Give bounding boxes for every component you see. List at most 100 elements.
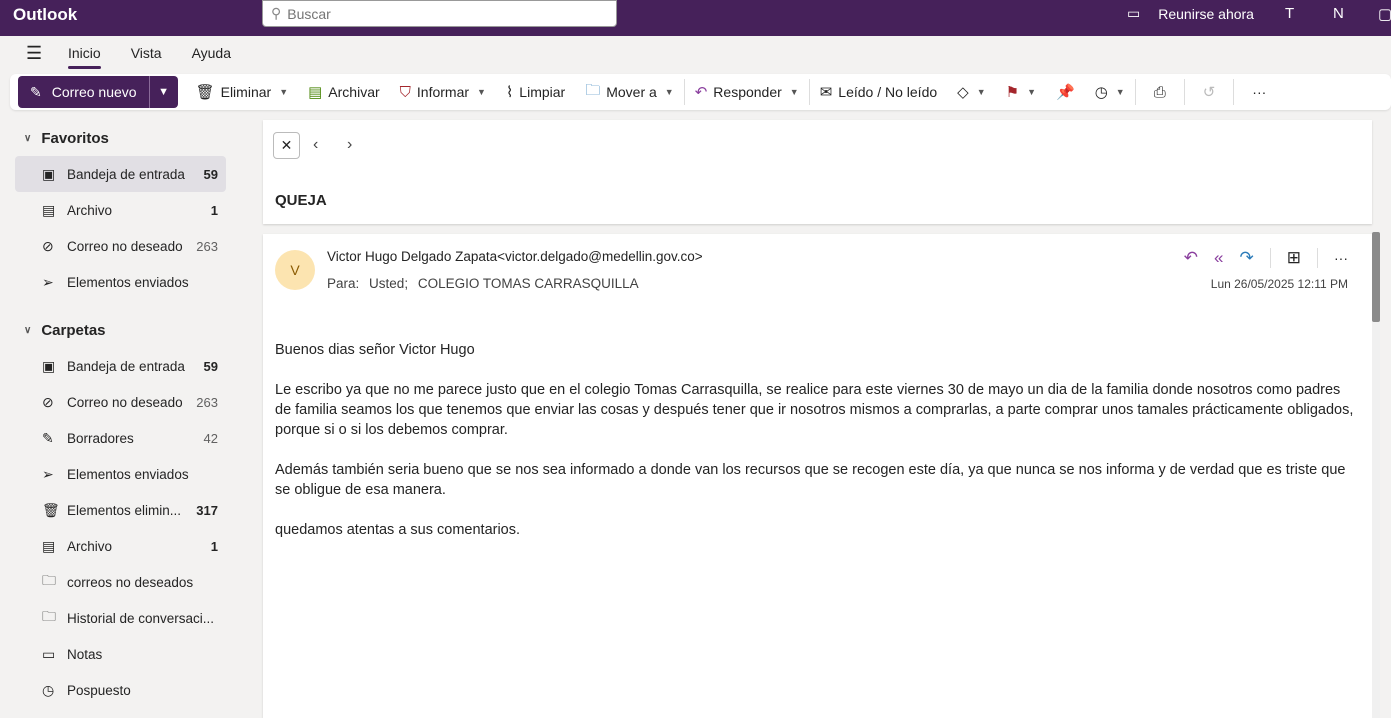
junk-icon: ⊘ (42, 237, 54, 254)
pin-icon: 📌 (1056, 84, 1075, 101)
chevron-down-icon[interactable]: ▼ (279, 87, 288, 97)
envelope-open-icon: ✉ (819, 84, 833, 101)
move-folder-icon: 🗀 (585, 81, 601, 99)
chevron-down-icon[interactable]: ▼ (665, 87, 674, 97)
meet-now-button[interactable]: ▭ Reunirse ahora (1127, 5, 1254, 22)
delete-label: Eliminar (220, 84, 272, 100)
tag-button[interactable]: ◇ ▼ (947, 83, 995, 101)
divider (1269, 248, 1271, 268)
snooze-button[interactable]: ◷ ▼ (1085, 83, 1135, 101)
sender[interactable]: Victor Hugo Delgado Zapata<victor.delgad… (327, 249, 703, 264)
hamburger-icon[interactable]: ☰ (26, 43, 46, 64)
avatar[interactable]: V (275, 250, 315, 290)
archive-icon: ▤ (42, 537, 56, 554)
chevron-down-icon[interactable]: ▼ (977, 87, 986, 97)
folder-item[interactable]: ◷ Pospuesto (15, 672, 226, 708)
chevron-down-icon: ∨ (24, 324, 32, 336)
folder-item[interactable]: 🗀 Historial de conversaci... (15, 600, 226, 636)
tab-ayuda[interactable]: Ayuda (192, 39, 231, 67)
tab-inicio[interactable]: Inicio (68, 39, 101, 69)
body-paragraph: quedamos atentas a sus comentarios. (275, 522, 521, 538)
close-icon: ✕ (280, 137, 293, 153)
compose-icon: ✎ (30, 83, 42, 100)
folder-label: Archivo (67, 538, 113, 554)
chevron-down-icon[interactable]: ▼ (150, 86, 178, 98)
favorites-label: Favoritos (41, 129, 109, 147)
archive-button[interactable]: ▤ Archivar (298, 83, 390, 101)
teams-icon[interactable]: T (1285, 5, 1294, 22)
report-button[interactable]: ⛉ Informar ▼ (390, 84, 496, 101)
more-options-button[interactable]: ··· (1234, 84, 1284, 100)
tab-vista[interactable]: Vista (131, 39, 162, 67)
reply-icon[interactable]: ↶ (1184, 248, 1198, 268)
sweep-button[interactable]: ⌇ Limpiar (496, 83, 575, 101)
chevron-down-icon[interactable]: ▼ (1116, 87, 1125, 97)
send-icon: ➢ (42, 465, 54, 482)
folder-label: Elementos elimin... (67, 502, 182, 518)
folder-item[interactable]: ▣ Bandeja de entrada 59 (15, 348, 226, 384)
more-icon[interactable]: ··· (1334, 250, 1348, 266)
inbox-icon: ▣ (42, 357, 56, 374)
send-icon: ➢ (42, 273, 54, 290)
onenote-icon[interactable]: N (1333, 5, 1344, 22)
folder-item[interactable]: ✎ Borradores 42 (15, 420, 226, 456)
folder-item[interactable]: ▤ Archivo 1 (15, 528, 226, 564)
previous-icon[interactable]: ‹ (313, 136, 318, 154)
folder-item[interactable]: 🗀 correos no deseados (15, 564, 226, 600)
broom-icon: ⌇ (505, 84, 514, 101)
folder-label: Historial de conversaci... (67, 610, 215, 626)
folder-item[interactable]: ▭ Notas (15, 636, 226, 672)
body-paragraph: Buenos dias señor Victor Hugo (275, 342, 475, 358)
folder-item[interactable]: ▣ Bandeja de entrada 59 (15, 156, 226, 192)
search-input[interactable] (287, 5, 588, 22)
message-subject: QUEJA (275, 192, 327, 209)
video-icon: ▭ (1127, 5, 1141, 21)
apps-grid-icon[interactable]: ⊞ (1287, 248, 1301, 268)
chevron-down-icon: ∨ (24, 132, 32, 144)
folder-item[interactable]: ⊘ Correo no deseado 263 (15, 228, 226, 264)
body-paragraph: Le escribo ya que no me parece justo que… (275, 382, 1354, 438)
close-button[interactable]: ✕ (273, 132, 300, 159)
folder-label: Elementos enviados (67, 274, 189, 290)
read-unread-button[interactable]: ✉ Leído / No leído (810, 83, 947, 101)
trash-icon: 🗑 (42, 501, 60, 518)
folder-icon: 🗀 (42, 572, 56, 588)
search-box[interactable]: ⚲ (262, 0, 617, 27)
folder-item[interactable]: ▤ Archivo 1 (15, 192, 226, 228)
apps-icon[interactable]: ▢ (1378, 5, 1391, 23)
chevron-down-icon[interactable]: ▼ (477, 87, 486, 97)
folder-item[interactable]: ⊘ Correo no deseado 263 (15, 384, 226, 420)
move-label: Mover a (606, 84, 657, 100)
folder-item[interactable]: 🗑 Elementos elimin... 317 (15, 492, 226, 528)
unread-count: 1 (210, 202, 218, 218)
folders-header[interactable]: ∨ Carpetas (0, 312, 245, 348)
message-card: V Victor Hugo Delgado Zapata<victor.delg… (263, 234, 1372, 718)
chevron-down-icon[interactable]: ▼ (1027, 87, 1036, 97)
reply-all-icon[interactable]: « (1214, 248, 1223, 268)
folder-item[interactable]: ➢ Elementos enviados (15, 456, 226, 492)
folder-label: Correo no deseado (67, 394, 183, 410)
favorites-header[interactable]: ∨ Favoritos (0, 120, 245, 156)
folder-item[interactable]: ➢ Elementos enviados (15, 264, 226, 300)
forward-icon[interactable]: ↷ (1240, 248, 1254, 268)
chevron-down-icon[interactable]: ▼ (790, 87, 799, 97)
flag-button[interactable]: ⚑ ▼ (996, 83, 1046, 101)
delete-button[interactable]: 🗑 Eliminar ▼ (186, 83, 299, 101)
scrollbar-thumb[interactable] (1372, 232, 1380, 322)
new-mail-button[interactable]: ✎ Correo nuevo ▼ (18, 76, 178, 108)
ribbon-tabs: ☰ Inicio Vista Ayuda (0, 36, 1391, 70)
unread-count: 317 (196, 502, 218, 518)
message-body: Buenos dias señor Victor Hugo Le escribo… (275, 340, 1360, 560)
next-icon[interactable]: › (347, 136, 352, 154)
print-button[interactable]: ⎙ (1136, 84, 1184, 101)
recipient[interactable]: Usted; (369, 276, 408, 291)
draft-icon: ✎ (42, 429, 54, 446)
move-button[interactable]: 🗀 Mover a ▼ (575, 80, 684, 105)
reply-button[interactable]: ↶ Responder ▼ (685, 83, 809, 101)
recipient[interactable]: COLEGIO TOMAS CARRASQUILLA (418, 276, 639, 291)
pin-button[interactable]: 📌 (1046, 83, 1085, 101)
reply-icon: ↶ (694, 84, 708, 101)
undo-button[interactable]: ↺ (1185, 83, 1234, 101)
app-title[interactable]: Outlook (13, 5, 77, 25)
folder-label: Borradores (67, 430, 134, 446)
